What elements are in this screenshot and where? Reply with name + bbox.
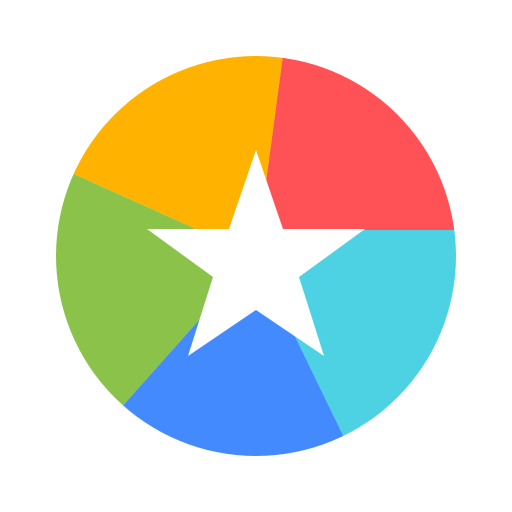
red-segment: [256, 56, 456, 256]
app-icon: [56, 56, 456, 456]
